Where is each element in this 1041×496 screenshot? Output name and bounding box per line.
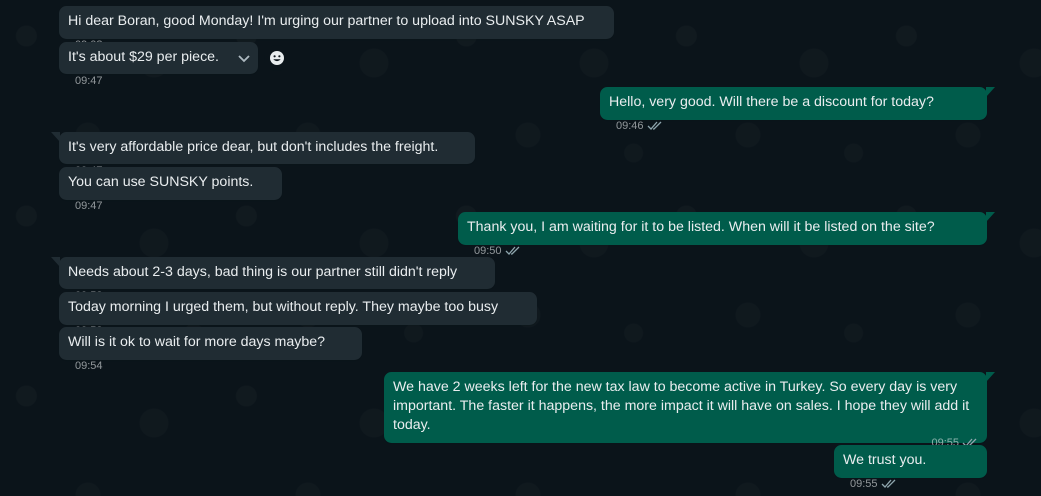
message-outgoing[interactable]: We trust you. 09:55 <box>834 445 987 490</box>
message-meta: 09:55 <box>393 433 978 449</box>
message-text: We have 2 weeks left for the new tax law… <box>393 379 970 433</box>
react-button[interactable] <box>264 45 290 71</box>
message-text: Thank you, I am waiting for it to be lis… <box>467 219 935 235</box>
message-outgoing[interactable]: Hello, very good. Will there be a discou… <box>600 87 995 132</box>
message-time: 09:47 <box>75 75 103 87</box>
message-time-label: 09:50 <box>474 245 502 257</box>
emoji-icon <box>270 51 284 65</box>
chat-conversation: Hi dear Boran, good Monday! I'm urging o… <box>0 0 1041 496</box>
message-text: Will is it ok to wait for more days mayb… <box>68 334 326 350</box>
message-text: You can use SUNSKY points. <box>68 174 254 190</box>
bubble-tail <box>51 257 60 267</box>
message-text: It's very affordable price dear, but don… <box>68 139 439 155</box>
message-outgoing[interactable]: We have 2 weeks left for the new tax law… <box>384 372 995 449</box>
message-incoming[interactable]: It's about $29 per piece. 09:47 <box>59 42 258 87</box>
message-incoming[interactable]: Hi dear Boran, good Monday! I'm urging o… <box>59 6 614 51</box>
message-text: Hi dear Boran, good Monday! I'm urging o… <box>68 13 585 29</box>
message-text: Needs about 2-3 days, bad thing is our p… <box>68 264 458 280</box>
message-outgoing[interactable]: Thank you, I am waiting for it to be lis… <box>458 212 995 257</box>
bubble-tail <box>986 87 995 97</box>
message-time: 09:47 <box>75 200 103 212</box>
message-incoming[interactable]: Today morning I urged them, but without … <box>59 292 537 337</box>
message-time: 09:55 <box>850 475 897 494</box>
message-menu-button[interactable] <box>234 48 254 70</box>
message-incoming[interactable]: Will is it ok to wait for more days mayb… <box>59 327 362 372</box>
bubble-tail <box>986 212 995 222</box>
chevron-down-icon <box>238 55 250 63</box>
message-incoming[interactable]: It's very affordable price dear, but don… <box>51 132 475 177</box>
message-time-label: 09:55 <box>850 478 878 490</box>
message-text: Hello, very good. Will there be a discou… <box>609 94 934 110</box>
message-text: We trust you. <box>843 452 927 468</box>
message-time-label: 09:46 <box>616 120 644 132</box>
message-incoming[interactable]: You can use SUNSKY points. 09:47 <box>59 167 282 212</box>
double-check-icon <box>505 246 519 255</box>
message-text: Today morning I urged them, but without … <box>68 299 499 315</box>
bubble-tail <box>986 372 995 382</box>
message-text: It's about $29 per piece. <box>68 49 219 65</box>
message-time: 09:46 <box>616 117 663 136</box>
message-incoming[interactable]: Needs about 2-3 days, bad thing is our p… <box>51 257 495 302</box>
double-check-icon <box>647 121 661 130</box>
bubble-tail <box>51 132 60 142</box>
message-time: 09:54 <box>75 360 103 372</box>
double-check-icon <box>881 479 895 488</box>
